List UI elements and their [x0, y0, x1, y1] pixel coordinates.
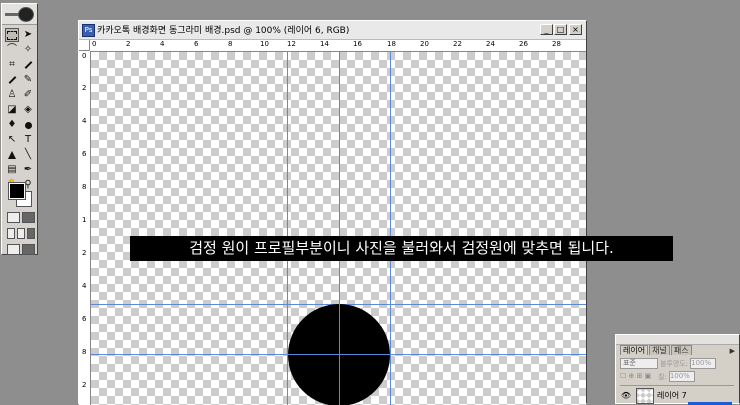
toolbox: ➤ ⌒ ✧ ⌗ ✎ ♙ ✐ ◪ ◈ ♦ ↖ T ╲ ▤ ✒ ✋ ⚲ [1, 3, 38, 255]
move-tool[interactable]: ➤ [21, 28, 35, 42]
blur-tool[interactable]: ♦ [5, 118, 19, 132]
eyedropper-tool[interactable]: ✒ [21, 163, 35, 177]
paint-bucket-tool[interactable]: ◈ [21, 103, 35, 117]
ruler-top-label: 22 [453, 40, 462, 48]
ruler-left-label: 1 [82, 216, 87, 224]
ruler-left-label: 4 [82, 282, 87, 290]
path-selection-tool[interactable]: ↖ [5, 133, 19, 147]
ruler-left-label: 8 [82, 183, 87, 191]
pen-tool[interactable] [5, 148, 19, 162]
marquee-tool[interactable] [5, 28, 19, 42]
ruler-top-label: 6 [194, 40, 199, 48]
guide-vertical[interactable] [390, 52, 391, 405]
ruler-top-label: 2 [126, 40, 131, 48]
ruler-left-label: 2 [82, 249, 87, 257]
ruler-left-label: 8 [82, 348, 87, 356]
type-tool[interactable]: T [21, 133, 35, 147]
line-tool[interactable]: ╲ [21, 148, 35, 162]
lock-icons[interactable]: ☐ ⊕ ⊞ ▣ [620, 372, 656, 381]
quick-mask-mode[interactable] [7, 212, 35, 223]
ruler-left-label: 2 [82, 381, 87, 389]
ruler-top[interactable]: 0 2 4 6 8 10 12 14 16 18 20 22 24 26 28 [90, 40, 586, 52]
tab-channels[interactable]: 채널 [649, 345, 670, 355]
crop-tool[interactable]: ⌗ [5, 58, 19, 72]
opacity-field[interactable]: 100% [690, 358, 717, 369]
canvas[interactable] [91, 52, 586, 405]
fill-label: 칠: [658, 372, 667, 381]
ruler-left-label: 0 [82, 52, 87, 60]
tab-paths[interactable]: 패스 [670, 345, 692, 355]
layers-palette: 레이어 채널 패스 ▶ 표준 불투명도: 100% ☐ ⊕ ⊞ ▣ 칠: 100… [615, 334, 740, 405]
tool-grid: ➤ ⌒ ✧ ⌗ ✎ ♙ ✐ ◪ ◈ ♦ ↖ T ╲ ▤ ✒ ✋ ⚲ [5, 28, 36, 193]
ruler-top-label: 14 [320, 40, 329, 48]
ruler-top-label: 20 [420, 40, 429, 48]
magic-wand-tool[interactable]: ✧ [21, 43, 35, 57]
palette-titlebar[interactable] [616, 335, 739, 345]
ruler-top-label: 4 [160, 40, 165, 48]
document-title: 카카오톡 배경화면 동그라미 배경.psd @ 100% (레이어 6, RGB… [97, 26, 350, 36]
history-brush-tool[interactable]: ✐ [21, 88, 35, 102]
ruler-left-label: 2 [82, 84, 87, 92]
foreground-color-swatch[interactable] [8, 182, 26, 200]
ruler-left-label: 6 [82, 315, 87, 323]
layer-name: 레이어 7 [657, 391, 687, 400]
minimize-button[interactable]: _ [540, 24, 553, 35]
ruler-top-label: 28 [552, 40, 561, 48]
document-window: Ps 카카오톡 배경화면 동그라미 배경.psd @ 100% (레이어 6, … [78, 20, 587, 405]
tab-layers[interactable]: 레이어 [620, 345, 649, 355]
eraser-tool[interactable]: ◪ [5, 103, 19, 117]
slice-tool[interactable] [21, 58, 35, 72]
blend-mode-select[interactable]: 표준 [620, 358, 658, 369]
ruler-top-label: 18 [387, 40, 396, 48]
notes-tool[interactable]: ▤ [5, 163, 19, 177]
dodge-tool[interactable] [21, 118, 35, 132]
ruler-top-label: 12 [287, 40, 296, 48]
palette-tabs: 레이어 채널 패스 [620, 345, 692, 355]
jump-to-imageready[interactable] [7, 244, 35, 255]
ruler-left[interactable]: 0 2 4 6 8 1 2 4 6 8 2 [79, 51, 91, 405]
palette-menu-arrow-icon[interactable]: ▶ [730, 347, 735, 355]
photoshop-eye-icon[interactable] [18, 7, 34, 22]
ruler-left-label: 4 [82, 117, 87, 125]
close-button[interactable]: × [569, 24, 582, 35]
ruler-top-label: 10 [260, 40, 269, 48]
fill-field[interactable]: 100% [668, 371, 695, 382]
brush-tool[interactable]: ✎ [21, 73, 35, 87]
opacity-label: 불투명도: [660, 359, 689, 368]
document-titlebar[interactable]: Ps 카카오톡 배경화면 동그라미 배경.psd @ 100% (레이어 6, … [79, 21, 586, 40]
caption-text: 검정 원이 프로필부분이니 사진을 불러와서 검정원에 맞추면 됩니다. [130, 236, 673, 261]
toolbox-header [2, 4, 37, 25]
ruler-origin[interactable] [79, 40, 90, 51]
fill-row: ☐ ⊕ ⊞ ▣ 칠: 100% [620, 371, 695, 382]
layer-row[interactable]: 👁 레이어 7 [620, 385, 734, 405]
ruler-top-label: 0 [92, 40, 97, 48]
clone-stamp-tool[interactable]: ♙ [5, 88, 19, 102]
ruler-top-label: 24 [486, 40, 495, 48]
ruler-top-label: 16 [353, 40, 362, 48]
blend-row: 표준 불투명도: 100% [620, 358, 717, 369]
maximize-button[interactable]: □ [554, 24, 567, 35]
photoshop-document-icon: Ps [82, 24, 95, 37]
ruler-top-label: 26 [519, 40, 528, 48]
layer-thumbnail [636, 387, 654, 404]
ruler-left-label: 6 [82, 150, 87, 158]
healing-brush-tool[interactable] [5, 73, 19, 87]
screen-mode[interactable] [7, 228, 35, 239]
lasso-tool[interactable]: ⌒ [5, 43, 19, 57]
ruler-top-label: 8 [228, 40, 233, 48]
guide-horizontal-overlay [288, 354, 390, 355]
eye-visibility-icon[interactable]: 👁 [620, 390, 632, 402]
